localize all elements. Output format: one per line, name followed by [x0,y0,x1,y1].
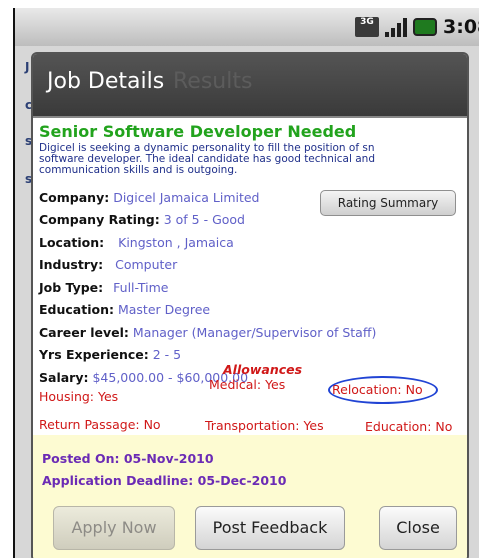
signal-strength-icon [383,17,407,37]
industry-row: Industry: Computer [39,257,177,272]
job-title: Senior Software Developer Needed [39,122,357,141]
description-line: communication skills and is outgoing. [39,164,238,176]
education-label: Education: [39,302,114,317]
company-value: Digicel Jamaica Limited [113,190,260,205]
application-deadline: Application Deadline: 05-Dec-2010 [42,473,287,488]
industry-value: Computer [115,257,178,272]
career-row: Career level: Manager (Manager/Superviso… [39,325,376,340]
dialog-header: Job Details Results [33,54,467,118]
education-value: Master Degree [117,302,211,317]
rating-value: 3 of 5 - Good [163,212,245,227]
location-row: Location: Kingston , Jamaica [39,235,234,250]
allowances-heading: Allowances [223,362,303,377]
experience-label: Yrs Experience: [39,347,149,362]
career-label: Career level: [39,325,129,340]
allowance-education: Education: No [365,419,453,434]
allowance-transportation: Transportation: Yes [205,418,324,433]
rating-label: Company Rating: [39,212,160,227]
career-value: Manager (Manager/Supervisor of Staff) [132,325,377,340]
job-details-dialog: Job Details Results Senior Software Deve… [31,52,469,558]
job-description: Digicel is seeking a dynamic personality… [39,143,465,176]
job-type-value: Full-Time [113,280,169,295]
education-row: Education: Master Degree [39,302,210,317]
allowance-return-passage: Return Passage: No [39,417,161,432]
company-label: Company: [39,190,110,205]
allowance-housing: Housing: Yes [39,389,119,404]
apply-now-button[interactable]: Apply Now [53,506,175,550]
location-label: Location: [39,235,105,250]
job-type-row: Job Type: Full-Time [39,280,168,295]
company-row: Company: Digicel Jamaica Limited [39,190,260,205]
battery-icon [413,18,437,36]
experience-row: Yrs Experience: 2 - 5 [39,347,181,362]
status-bar: 3G 3:08 PM [15,8,479,47]
post-feedback-button[interactable]: Post Feedback [195,506,345,550]
rating-summary-button[interactable]: Rating Summary [320,190,456,216]
posted-on: Posted On: 05-Nov-2010 [42,451,214,466]
rating-row: Company Rating: 3 of 5 - Good [39,212,245,227]
salary-label: Salary: [39,370,89,385]
background-text: J [25,60,30,74]
close-button[interactable]: Close [379,506,457,550]
experience-value: 2 - 5 [152,347,182,362]
dialog-title: Job Details [47,69,165,94]
industry-label: Industry: [39,257,104,272]
background-results-title: Results [173,69,253,94]
job-type-label: Job Type: [39,280,104,295]
annotation-circle [328,376,438,404]
phone-screen: 3G 3:08 PM J c s s Job Details Results S… [13,8,479,558]
network-3g-icon: 3G [355,17,379,37]
location-value: Kingston , Jamaica [118,235,234,250]
allowance-medical: Medical: Yes [209,377,286,392]
status-clock: 3:08 PM [443,16,479,38]
